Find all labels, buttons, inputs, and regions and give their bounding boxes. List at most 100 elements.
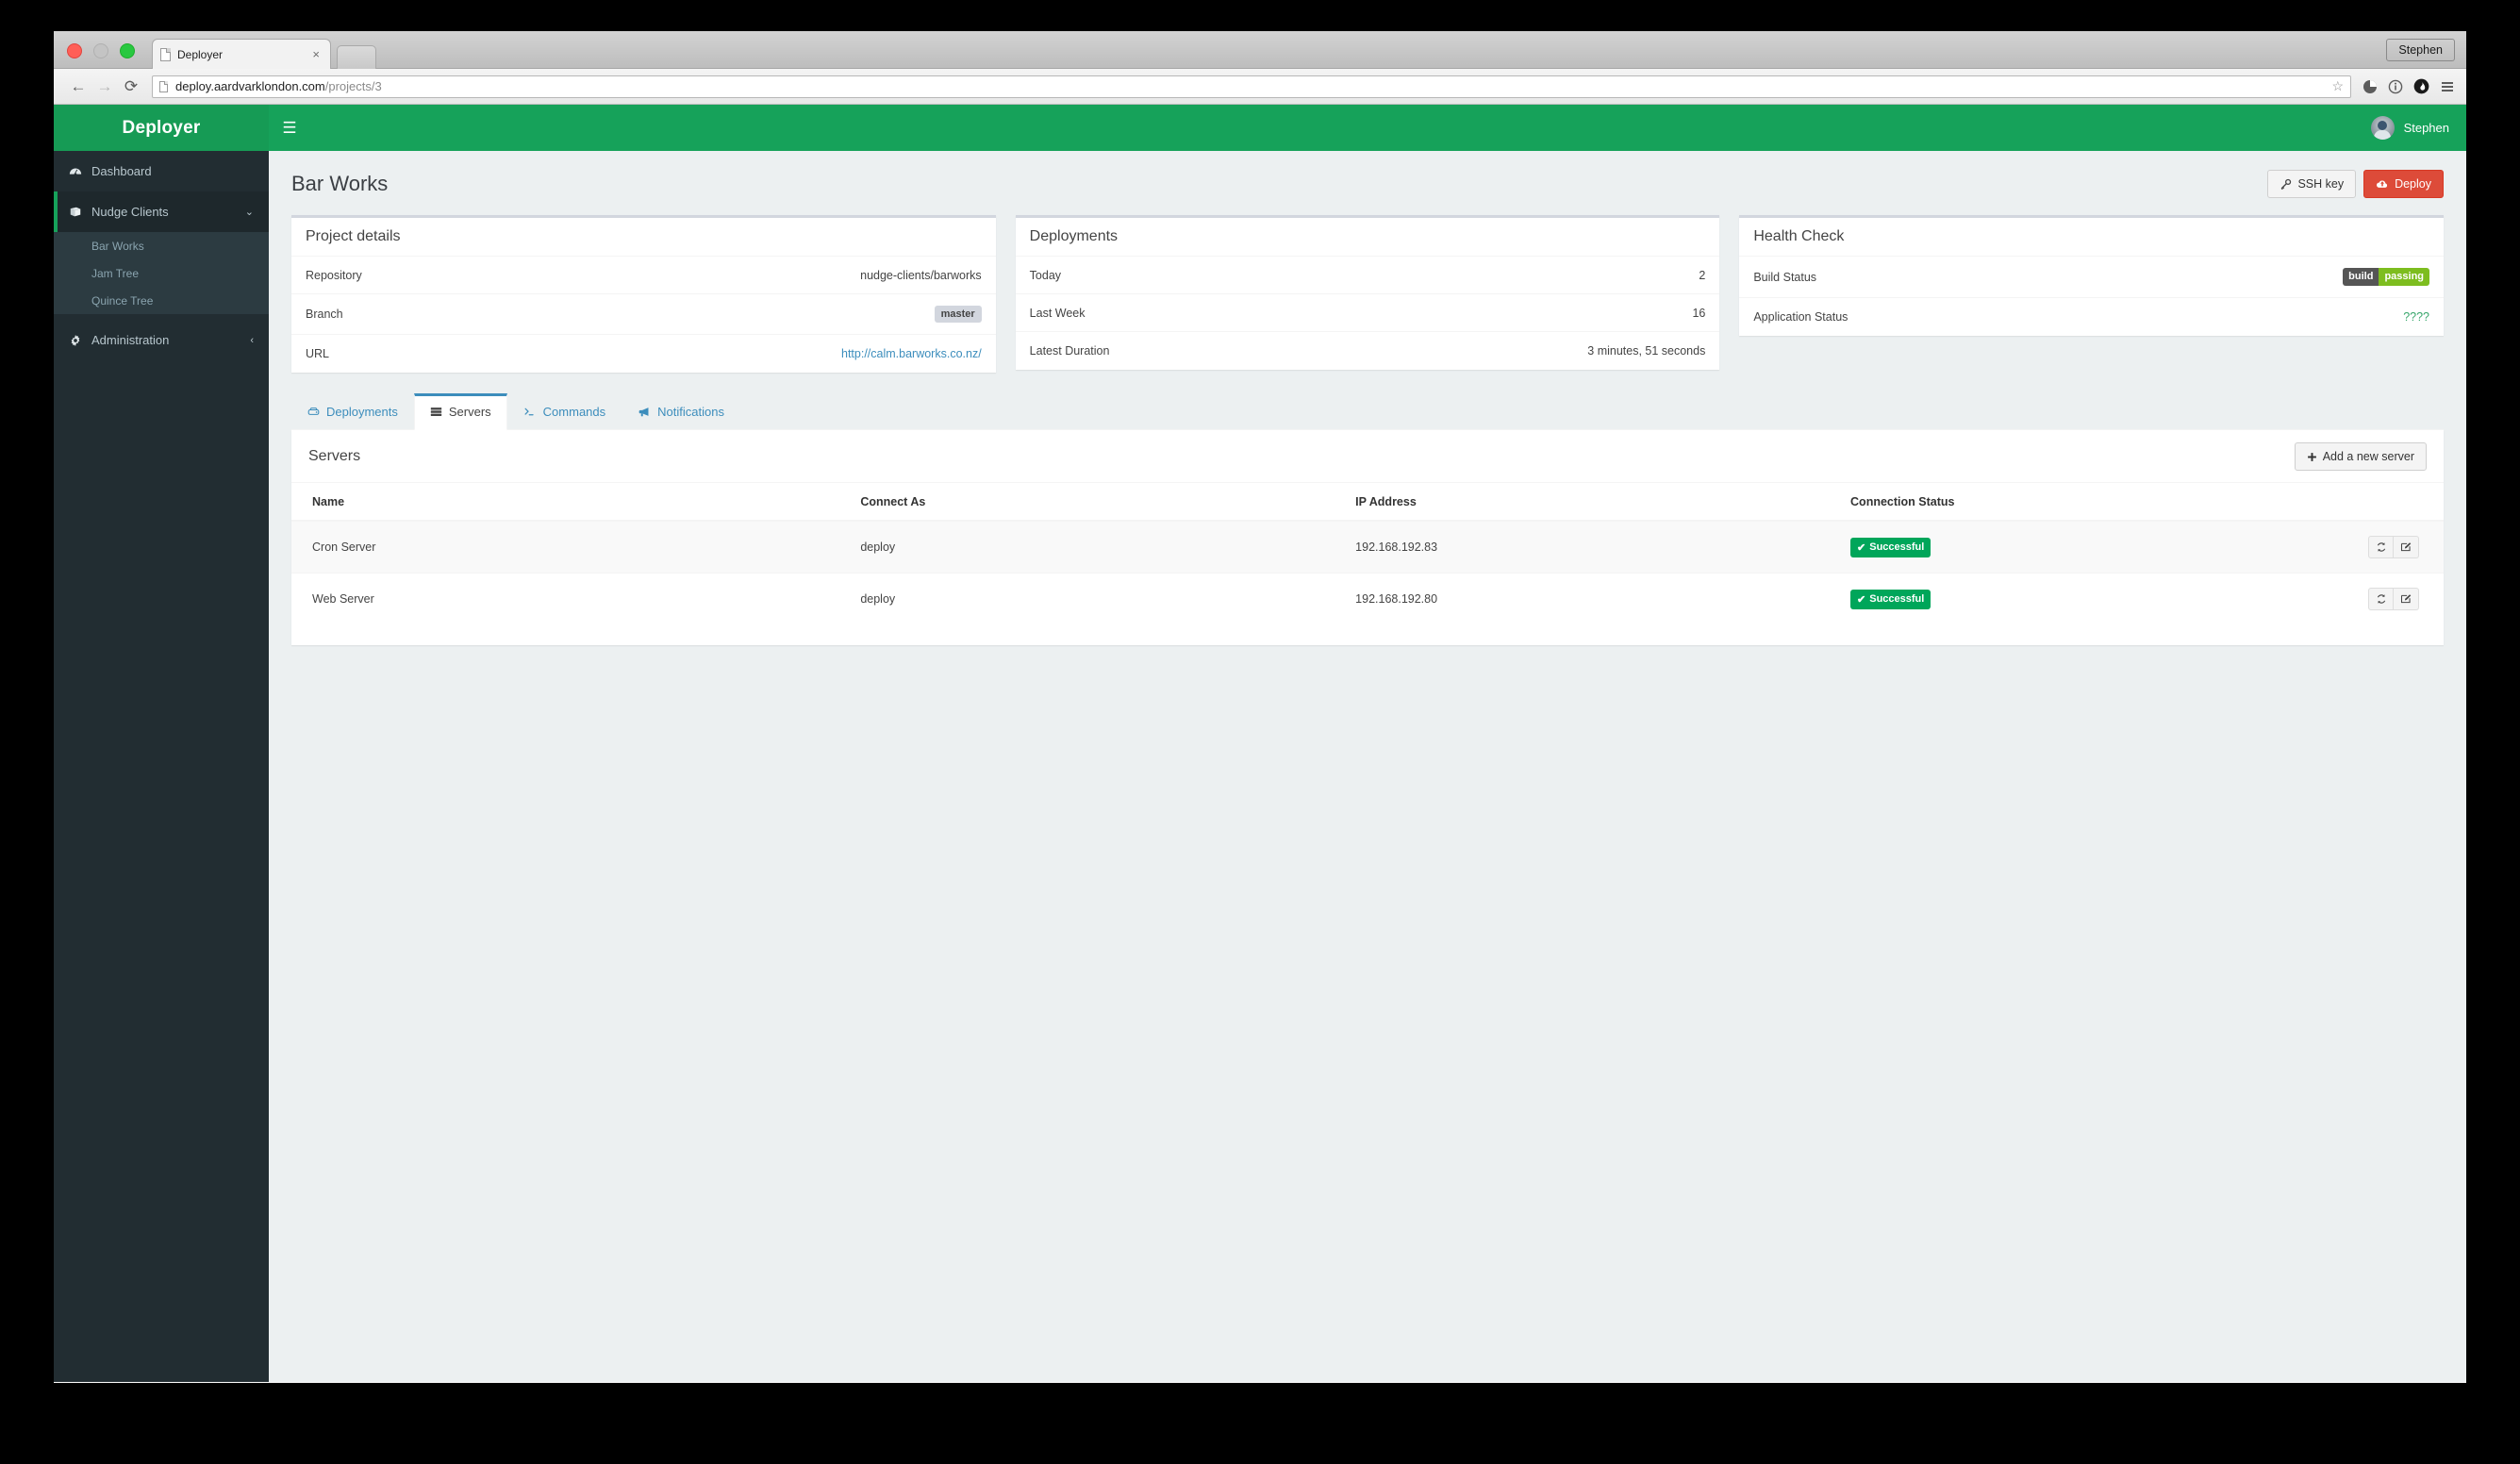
sidebar: Deployer Dashboard Nudge Clients ⌄ Bar W… (54, 105, 269, 1382)
servers-panel-title: Servers (308, 448, 361, 464)
sidebar-subitem-label: Jam Tree (91, 266, 140, 280)
tab-label: Commands (542, 405, 606, 419)
servers-panel: Servers Add a new server Name Connect As… (291, 430, 2444, 645)
book-icon (69, 206, 91, 219)
sidebar-item-bar-works[interactable]: Bar Works (54, 232, 269, 259)
tab-commands[interactable]: Commands (507, 393, 622, 430)
status-badge-label: Successful (1869, 593, 1925, 605)
status-badge: ✔ Successful (1850, 589, 1931, 609)
edit-server-button[interactable] (2394, 536, 2419, 558)
close-tab-icon[interactable]: × (309, 47, 323, 61)
bookmark-star-icon[interactable]: ☆ (2331, 78, 2344, 94)
minimize-window-button[interactable] (93, 43, 108, 58)
app-brand[interactable]: Deployer (54, 105, 269, 151)
detail-label: Branch (306, 308, 343, 321)
deploy-button[interactable]: Deploy (2363, 170, 2444, 198)
user-menu-label: Stephen (2403, 121, 2449, 135)
box-body: Build Status build passing Application S… (1739, 257, 2445, 336)
row-action-buttons (2216, 536, 2434, 558)
refresh-icon (2376, 541, 2387, 553)
check-icon: ✔ (1857, 593, 1866, 606)
summary-boxes: Project details Repository nudge-clients… (291, 215, 2445, 373)
key-icon (2280, 178, 2292, 191)
add-new-server-label: Add a new server (2322, 450, 2414, 463)
sidebar-submenu: Bar Works Jam Tree Quince Tree (54, 232, 269, 314)
server-icon (430, 406, 442, 418)
status-badge: ✔ Successful (1850, 537, 1931, 557)
project-url-link[interactable]: http://calm.barworks.co.nz/ (841, 347, 982, 360)
detail-label: Build Status (1753, 270, 1817, 284)
sidebar-item-administration[interactable]: Administration ‹ (54, 320, 269, 360)
sidebar-item-jam-tree[interactable]: Jam Tree (54, 259, 269, 287)
refresh-icon (2376, 593, 2387, 605)
reload-icon[interactable]: ⟳ (118, 74, 144, 100)
project-details-box: Project details Repository nudge-clients… (291, 215, 996, 373)
address-bar[interactable]: deploy.aardvarklondon.com /projects/3 ☆ (152, 75, 2351, 98)
box-body: Today 2 Last Week 16 Latest Duration 3 m… (1015, 257, 1720, 370)
box-title: Project details (291, 218, 996, 257)
detail-label: Last Week (1029, 306, 1086, 320)
add-new-server-button[interactable]: Add a new server (2294, 442, 2427, 471)
browser-menu-icon[interactable] (2440, 79, 2455, 94)
cloud-upload-icon (2376, 177, 2389, 191)
url-host: deploy.aardvarklondon.com (175, 79, 325, 93)
page-title: Bar Works (291, 172, 389, 195)
column-header-connection-status: Connection Status (1841, 483, 2207, 522)
flame-icon[interactable] (2413, 78, 2429, 94)
close-window-button[interactable] (67, 43, 82, 58)
edit-server-button[interactable] (2394, 588, 2419, 610)
server-actions-cell (2206, 573, 2444, 624)
back-icon[interactable]: ← (65, 74, 91, 100)
refresh-server-button[interactable] (2368, 588, 2394, 610)
info-circle-icon[interactable] (2388, 79, 2403, 94)
column-header-actions (2206, 483, 2444, 522)
sidebar-toggle-icon[interactable]: ☰ (269, 105, 310, 151)
browser-tabstrip: Deployer × Stephen (54, 31, 2466, 69)
column-header-connect-as: Connect As (851, 483, 1347, 522)
server-ip-address: 192.168.192.83 (1346, 520, 1842, 574)
ssh-key-button[interactable]: SSH key (2267, 170, 2357, 198)
sidebar-item-quince-tree[interactable]: Quince Tree (54, 287, 269, 314)
build-status-badge: build passing (2343, 268, 2430, 286)
row-action-buttons (2216, 588, 2434, 610)
hdd-icon (307, 406, 320, 418)
sidebar-item-nudge-clients[interactable]: Nudge Clients ⌄ (54, 191, 269, 232)
page-actions: SSH key Deploy (2267, 170, 2444, 198)
detail-value: nudge-clients/barworks (860, 268, 982, 282)
window-controls (67, 43, 135, 58)
bullhorn-icon (638, 406, 651, 418)
chrome-profile-button[interactable]: Stephen (2386, 39, 2455, 61)
health-check-box: Health Check Build Status build passing … (1739, 215, 2445, 336)
table-row[interactable]: Web Server deploy 192.168.192.80 ✔ Succe… (291, 573, 2444, 624)
tab-deployments[interactable]: Deployments (291, 393, 414, 430)
box-title: Health Check (1739, 218, 2445, 257)
tab-servers[interactable]: Servers (413, 393, 507, 430)
project-tabs: Deployments Servers Commands Notificatio… (291, 393, 2444, 645)
user-menu[interactable]: Stephen (2370, 116, 2449, 140)
browser-tab[interactable]: Deployer × (152, 39, 331, 69)
browser-window: Deployer × Stephen ← → ⟳ deploy.aardvark… (54, 31, 2466, 1383)
detail-label: Repository (306, 268, 362, 282)
detail-value: 16 (1692, 306, 1706, 320)
servers-panel-header: Servers Add a new server (291, 430, 2444, 483)
sidebar-subitem-label: Bar Works (91, 239, 144, 253)
new-tab-button[interactable] (337, 45, 376, 69)
box-body: Repository nudge-clients/barworks Branch… (291, 257, 996, 373)
sidebar-item-label: Nudge Clients (91, 205, 169, 219)
pie-clock-icon[interactable] (2362, 79, 2378, 94)
chevron-down-icon: ⌄ (244, 207, 254, 218)
health-row-application-status: Application Status ???? (1739, 298, 2444, 336)
table-row[interactable]: Cron Server deploy 192.168.192.83 ✔ Succ… (291, 520, 2444, 574)
application-status-value: ???? (2403, 310, 2430, 324)
server-connect-as: deploy (851, 573, 1347, 624)
box-title: Deployments (1015, 218, 1720, 257)
maximize-window-button[interactable] (120, 43, 135, 58)
column-header-ip-address: IP Address (1346, 483, 1842, 522)
sidebar-item-dashboard[interactable]: Dashboard (54, 151, 269, 191)
chrome-profile-name: Stephen (2398, 43, 2443, 57)
branch-badge: master (934, 306, 982, 323)
forward-icon[interactable]: → (91, 74, 118, 100)
tab-notifications[interactable]: Notifications (622, 393, 740, 430)
refresh-server-button[interactable] (2368, 536, 2394, 558)
sidebar-subitem-label: Quince Tree (91, 293, 154, 308)
